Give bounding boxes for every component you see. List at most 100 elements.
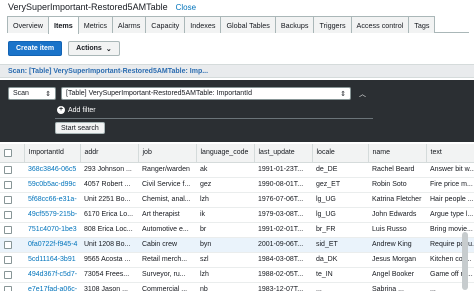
item-id-link[interactable]: 59c0b5ac-d99c [24,177,80,193]
row-checkbox[interactable] [4,285,12,291]
table-cell: Jesus Morgan [368,252,426,268]
table-row[interactable]: e7e17fad-a06c- 3108 Jason ... Commercial… [0,282,474,291]
item-id-link[interactable]: e7e17fad-a06c- [24,282,80,291]
row-checkbox[interactable] [4,180,12,189]
column-header[interactable]: language_code [196,144,255,163]
scan-mode-select[interactable]: Scan ⇕ [8,87,56,100]
table-row[interactable]: 368c3846-06c5 293 Johnson ... Ranger/war… [0,162,474,178]
table-row[interactable]: 59c0b5ac-d99c 4057 Robert ... Civil Serv… [0,177,474,193]
table-cell: 1984-03-08T... [254,252,312,268]
item-id-link[interactable]: 5f68cc66-e31a- [24,192,80,208]
item-id-link[interactable]: 5cd11164-3b91 [24,252,80,268]
table-cell: Automotive e... [138,222,196,238]
table-cell: Angel Booker [368,267,426,283]
tab-access-control[interactable]: Access control [350,16,410,33]
table-cell: Sabrina ... [368,282,426,291]
table-cell: Luis Russo [368,222,426,238]
table-cell: 1991-01-23T... [254,162,312,178]
table-cell: de_DE [312,162,368,178]
table-cell: 1983-12-07T... [254,282,312,291]
tab-metrics[interactable]: Metrics [77,16,113,33]
table-cell: ... [312,282,368,291]
row-checkbox[interactable] [4,165,12,174]
column-header[interactable]: ImportantId [24,144,81,163]
table-cell: ak [196,162,254,178]
row-checkbox[interactable] [4,210,12,219]
table-cell: byn [196,237,254,253]
row-checkbox-cell[interactable] [0,252,24,268]
item-id-link[interactable]: 0fa0722f-f945-4 [24,237,80,253]
scan-summary-bar[interactable]: Scan: [Table] VerySuperImportant-Restore… [0,64,474,78]
actions-button[interactable]: Actions ⌄ [68,41,120,56]
row-checkbox-cell[interactable] [0,177,24,193]
row-checkbox[interactable] [4,195,12,204]
create-item-button[interactable]: Create item [8,41,63,56]
table-cell: Argue type l... [426,207,474,223]
table-row[interactable]: 5f68cc66-e31a- Unit 2251 Bo... Chemist, … [0,192,474,208]
row-checkbox-cell[interactable] [0,207,24,223]
vertical-scrollbar[interactable] [462,232,468,290]
add-filter-button[interactable]: + Add filter [57,106,96,114]
table-row[interactable]: 49cf5579-215b- 6170 Erica Lo... Art ther… [0,207,474,223]
table-cell: nb [196,282,254,291]
select-caret-icon: ⇕ [45,90,51,98]
item-id-link[interactable]: 494d367f-c5d7- [24,267,80,283]
table-cell: gez_ET [312,177,368,193]
table-row[interactable]: 0fa0722f-f945-4 Unit 1208 Bo... Cabin cr… [0,237,474,253]
row-checkbox-cell[interactable] [0,282,24,291]
tab-alarms[interactable]: Alarms [111,16,147,33]
scan-mode-value: Scan [13,90,29,97]
tab-triggers[interactable]: Triggers [313,16,352,33]
tab-backups[interactable]: Backups [274,16,315,33]
tab-global-tables[interactable]: Global Tables [220,16,276,33]
row-checkbox-cell[interactable] [0,267,24,283]
table-cell: te_IN [312,267,368,283]
select-all-checkbox-cell[interactable] [0,144,25,163]
table-cell: Robin Soto [368,177,426,193]
column-header[interactable]: last_update [254,144,313,163]
row-checkbox-cell[interactable] [0,237,24,253]
table-cell: Commercial ... [138,282,196,291]
table-cell: Andrew King [368,237,426,253]
row-checkbox[interactable] [4,255,12,264]
table-source-select[interactable]: [Table] VerySuperImportant-Restored5AMTa… [61,87,351,100]
table-cell: Surveyor, ru... [138,267,196,283]
table-cell: 9565 Acosta ... [80,252,138,268]
table-cell: br_FR [312,222,368,238]
tab-capacity[interactable]: Capacity [145,16,186,33]
column-header[interactable]: name [368,144,427,163]
table-header-row: ImportantId addr job language_code last_… [0,144,474,163]
row-checkbox-cell[interactable] [0,162,24,178]
tab-indexes[interactable]: Indexes [184,16,222,33]
item-id-link[interactable]: 368c3846-06c5 [24,162,80,178]
plus-circle-icon: + [57,106,65,114]
row-checkbox[interactable] [4,270,12,279]
table-cell: Ranger/warden [138,162,196,178]
column-header[interactable]: job [138,144,197,163]
row-checkbox[interactable] [4,225,12,234]
close-link[interactable]: Close [176,3,196,12]
table-cell: 1988-02-05T... [254,267,312,283]
row-checkbox[interactable] [4,240,12,249]
column-header[interactable]: text [426,144,474,163]
row-checkbox-cell[interactable] [0,192,24,208]
column-header[interactable]: addr [80,144,139,163]
tab-items[interactable]: Items [47,16,79,34]
start-search-button[interactable]: Start search [55,122,105,134]
item-id-link[interactable]: 751c4070-1be3 [24,222,80,238]
row-checkbox-cell[interactable] [0,222,24,238]
table-row[interactable]: 751c4070-1be3 808 Erica Loc... Automotiv… [0,222,474,238]
table-cell: lg_UG [312,207,368,223]
table-row[interactable]: 494d367f-c5d7- 73054 Frees... Surveyor, … [0,267,474,283]
tab-bar: Overview Items Metrics Alarms Capacity I… [7,16,469,34]
tab-tags[interactable]: Tags [408,16,436,33]
table-cell: 1991-02-01T... [254,222,312,238]
item-id-link[interactable]: 49cf5579-215b- [24,207,80,223]
table-cell: Hair people ... [426,192,474,208]
tab-overview[interactable]: Overview [7,16,49,33]
select-all-checkbox[interactable] [4,148,12,157]
table-row[interactable]: 5cd11164-3b91 9565 Acosta ... Retail mer… [0,252,474,268]
column-header[interactable]: locale [312,144,369,163]
chevron-up-icon[interactable]: ︿ [359,89,366,99]
table-cell: Katrina Fletcher [368,192,426,208]
